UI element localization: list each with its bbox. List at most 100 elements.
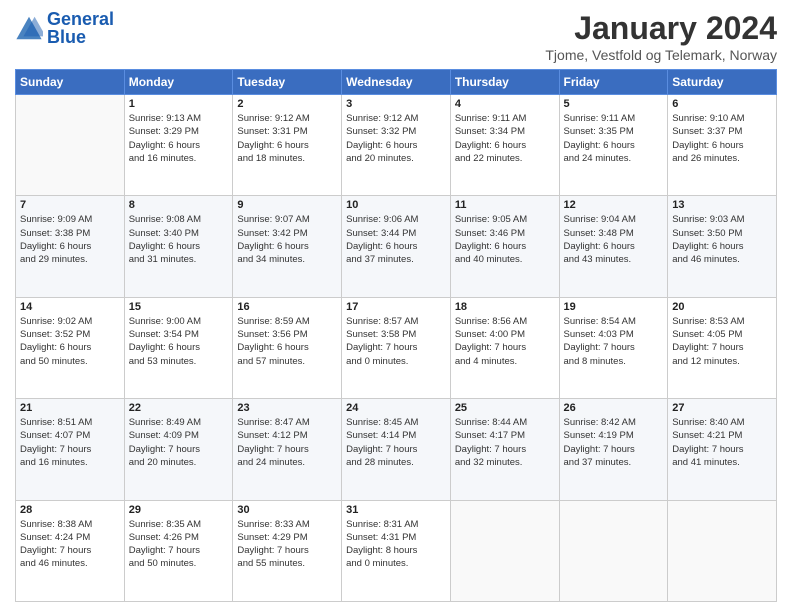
calendar-cell — [559, 500, 668, 601]
day-number: 21 — [20, 402, 120, 414]
calendar-cell: 27Sunrise: 8:40 AM Sunset: 4:21 PM Dayli… — [668, 399, 777, 500]
calendar-cell: 31 Sunrise: 8:31 AM Sunset: 4:31 PM Dayli… — [342, 500, 451, 601]
col-sunday: Sunday — [16, 70, 125, 95]
calendar-cell: 1 Sunrise: 9:13 AM Sunset: 3:29 PM Daylig… — [124, 95, 233, 196]
calendar-week-3: 14Sunrise: 9:02 AM Sunset: 3:52 PM Dayli… — [16, 297, 777, 398]
col-saturday: Saturday — [668, 70, 777, 95]
calendar-cell — [16, 95, 125, 196]
day-info: Sunrise: 8:31 AM Sunset: 4:31 PM Dayligh… — [346, 518, 446, 571]
calendar-cell — [668, 500, 777, 601]
day-info: Sunrise: 8:53 AM Sunset: 4:05 PM Dayligh… — [672, 315, 772, 368]
day-info: Sunrise: 9:09 AM Sunset: 3:38 PM Dayligh… — [20, 213, 120, 266]
calendar-cell: 9Sunrise: 9:07 AM Sunset: 3:42 PM Daylig… — [233, 196, 342, 297]
col-wednesday: Wednesday — [342, 70, 451, 95]
day-number: 4 — [455, 98, 555, 110]
calendar-cell: 12Sunrise: 9:04 AM Sunset: 3:48 PM Dayli… — [559, 196, 668, 297]
header: General Blue January 2024 Tjome, Vestfol… — [15, 10, 777, 63]
day-info: Sunrise: 9:13 AM Sunset: 3:29 PM Dayligh… — [129, 112, 229, 165]
day-number: 30 — [237, 504, 337, 516]
day-info: Sunrise: 8:38 AM Sunset: 4:24 PM Dayligh… — [20, 518, 120, 571]
calendar-cell: 24Sunrise: 8:45 AM Sunset: 4:14 PM Dayli… — [342, 399, 451, 500]
page: General Blue January 2024 Tjome, Vestfol… — [0, 0, 792, 612]
calendar-cell: 11 Sunrise: 9:05 AM Sunset: 3:46 PM Dayli… — [450, 196, 559, 297]
calendar-week-5: 28 Sunrise: 8:38 AM Sunset: 4:24 PM Dayli… — [16, 500, 777, 601]
calendar-cell: 30Sunrise: 8:33 AM Sunset: 4:29 PM Dayli… — [233, 500, 342, 601]
day-number: 31 — [346, 504, 446, 516]
day-number: 3 — [346, 98, 446, 110]
calendar-cell: 14Sunrise: 9:02 AM Sunset: 3:52 PM Dayli… — [16, 297, 125, 398]
day-info: Sunrise: 9:08 AM Sunset: 3:40 PM Dayligh… — [129, 213, 229, 266]
month-title: January 2024 — [545, 10, 777, 47]
day-number: 28 — [20, 504, 120, 516]
day-info: Sunrise: 9:02 AM Sunset: 3:52 PM Dayligh… — [20, 315, 120, 368]
day-info: Sunrise: 9:12 AM Sunset: 3:31 PM Dayligh… — [237, 112, 337, 165]
day-info: Sunrise: 9:03 AM Sunset: 3:50 PM Dayligh… — [672, 213, 772, 266]
day-info: Sunrise: 9:11 AM Sunset: 3:35 PM Dayligh… — [564, 112, 664, 165]
logo-icon — [15, 14, 43, 42]
calendar-cell: 22 Sunrise: 8:49 AM Sunset: 4:09 PM Dayli… — [124, 399, 233, 500]
day-info: Sunrise: 8:57 AM Sunset: 3:58 PM Dayligh… — [346, 315, 446, 368]
calendar-cell: 19 Sunrise: 8:54 AM Sunset: 4:03 PM Dayli… — [559, 297, 668, 398]
day-number: 6 — [672, 98, 772, 110]
day-number: 11 — [455, 199, 555, 211]
day-info: Sunrise: 9:11 AM Sunset: 3:34 PM Dayligh… — [455, 112, 555, 165]
logo: General Blue — [15, 10, 114, 46]
calendar-cell: 4 Sunrise: 9:11 AM Sunset: 3:34 PM Daylig… — [450, 95, 559, 196]
calendar-cell: 5 Sunrise: 9:11 AM Sunset: 3:35 PM Daylig… — [559, 95, 668, 196]
calendar-cell: 17 Sunrise: 8:57 AM Sunset: 3:58 PM Dayli… — [342, 297, 451, 398]
day-number: 24 — [346, 402, 446, 414]
day-number: 22 — [129, 402, 229, 414]
day-info: Sunrise: 8:51 AM Sunset: 4:07 PM Dayligh… — [20, 416, 120, 469]
day-info: Sunrise: 9:05 AM Sunset: 3:46 PM Dayligh… — [455, 213, 555, 266]
day-number: 17 — [346, 301, 446, 313]
calendar-cell: 8 Sunrise: 9:08 AM Sunset: 3:40 PM Daylig… — [124, 196, 233, 297]
calendar-week-4: 21 Sunrise: 8:51 AM Sunset: 4:07 PM Dayli… — [16, 399, 777, 500]
day-info: Sunrise: 9:06 AM Sunset: 3:44 PM Dayligh… — [346, 213, 446, 266]
calendar-cell: 23Sunrise: 8:47 AM Sunset: 4:12 PM Dayli… — [233, 399, 342, 500]
day-info: Sunrise: 9:00 AM Sunset: 3:54 PM Dayligh… — [129, 315, 229, 368]
day-number: 19 — [564, 301, 664, 313]
calendar-cell — [450, 500, 559, 601]
day-number: 18 — [455, 301, 555, 313]
calendar-cell: 29Sunrise: 8:35 AM Sunset: 4:26 PM Dayli… — [124, 500, 233, 601]
day-number: 15 — [129, 301, 229, 313]
day-number: 1 — [129, 98, 229, 110]
col-monday: Monday — [124, 70, 233, 95]
calendar-cell: 13 Sunrise: 9:03 AM Sunset: 3:50 PM Dayli… — [668, 196, 777, 297]
day-info: Sunrise: 8:44 AM Sunset: 4:17 PM Dayligh… — [455, 416, 555, 469]
day-number: 25 — [455, 402, 555, 414]
calendar-cell: 26Sunrise: 8:42 AM Sunset: 4:19 PM Dayli… — [559, 399, 668, 500]
col-tuesday: Tuesday — [233, 70, 342, 95]
day-number: 26 — [564, 402, 664, 414]
logo-text-general: General — [47, 10, 114, 28]
day-info: Sunrise: 8:59 AM Sunset: 3:56 PM Dayligh… — [237, 315, 337, 368]
calendar-cell: 18 Sunrise: 8:56 AM Sunset: 4:00 PM Dayli… — [450, 297, 559, 398]
day-number: 7 — [20, 199, 120, 211]
day-info: Sunrise: 8:54 AM Sunset: 4:03 PM Dayligh… — [564, 315, 664, 368]
day-number: 16 — [237, 301, 337, 313]
day-number: 13 — [672, 199, 772, 211]
col-friday: Friday — [559, 70, 668, 95]
day-info: Sunrise: 9:04 AM Sunset: 3:48 PM Dayligh… — [564, 213, 664, 266]
day-info: Sunrise: 8:49 AM Sunset: 4:09 PM Dayligh… — [129, 416, 229, 469]
calendar-table: Sunday Monday Tuesday Wednesday Thursday… — [15, 69, 777, 602]
calendar-cell: 28 Sunrise: 8:38 AM Sunset: 4:24 PM Dayli… — [16, 500, 125, 601]
calendar-cell: 10 Sunrise: 9:06 AM Sunset: 3:44 PM Dayli… — [342, 196, 451, 297]
day-info: Sunrise: 9:10 AM Sunset: 3:37 PM Dayligh… — [672, 112, 772, 165]
day-info: Sunrise: 9:07 AM Sunset: 3:42 PM Dayligh… — [237, 213, 337, 266]
day-number: 10 — [346, 199, 446, 211]
day-number: 5 — [564, 98, 664, 110]
day-info: Sunrise: 8:56 AM Sunset: 4:00 PM Dayligh… — [455, 315, 555, 368]
calendar-header-row: Sunday Monday Tuesday Wednesday Thursday… — [16, 70, 777, 95]
calendar-cell: 3Sunrise: 9:12 AM Sunset: 3:32 PM Daylig… — [342, 95, 451, 196]
calendar-cell: 16 Sunrise: 8:59 AM Sunset: 3:56 PM Dayli… — [233, 297, 342, 398]
day-number: 2 — [237, 98, 337, 110]
col-thursday: Thursday — [450, 70, 559, 95]
day-number: 8 — [129, 199, 229, 211]
day-info: Sunrise: 8:47 AM Sunset: 4:12 PM Dayligh… — [237, 416, 337, 469]
location-title: Tjome, Vestfold og Telemark, Norway — [545, 47, 777, 63]
calendar-week-2: 7 Sunrise: 9:09 AM Sunset: 3:38 PM Daylig… — [16, 196, 777, 297]
title-block: January 2024 Tjome, Vestfold og Telemark… — [545, 10, 777, 63]
day-number: 27 — [672, 402, 772, 414]
calendar-cell: 15 Sunrise: 9:00 AM Sunset: 3:54 PM Dayli… — [124, 297, 233, 398]
